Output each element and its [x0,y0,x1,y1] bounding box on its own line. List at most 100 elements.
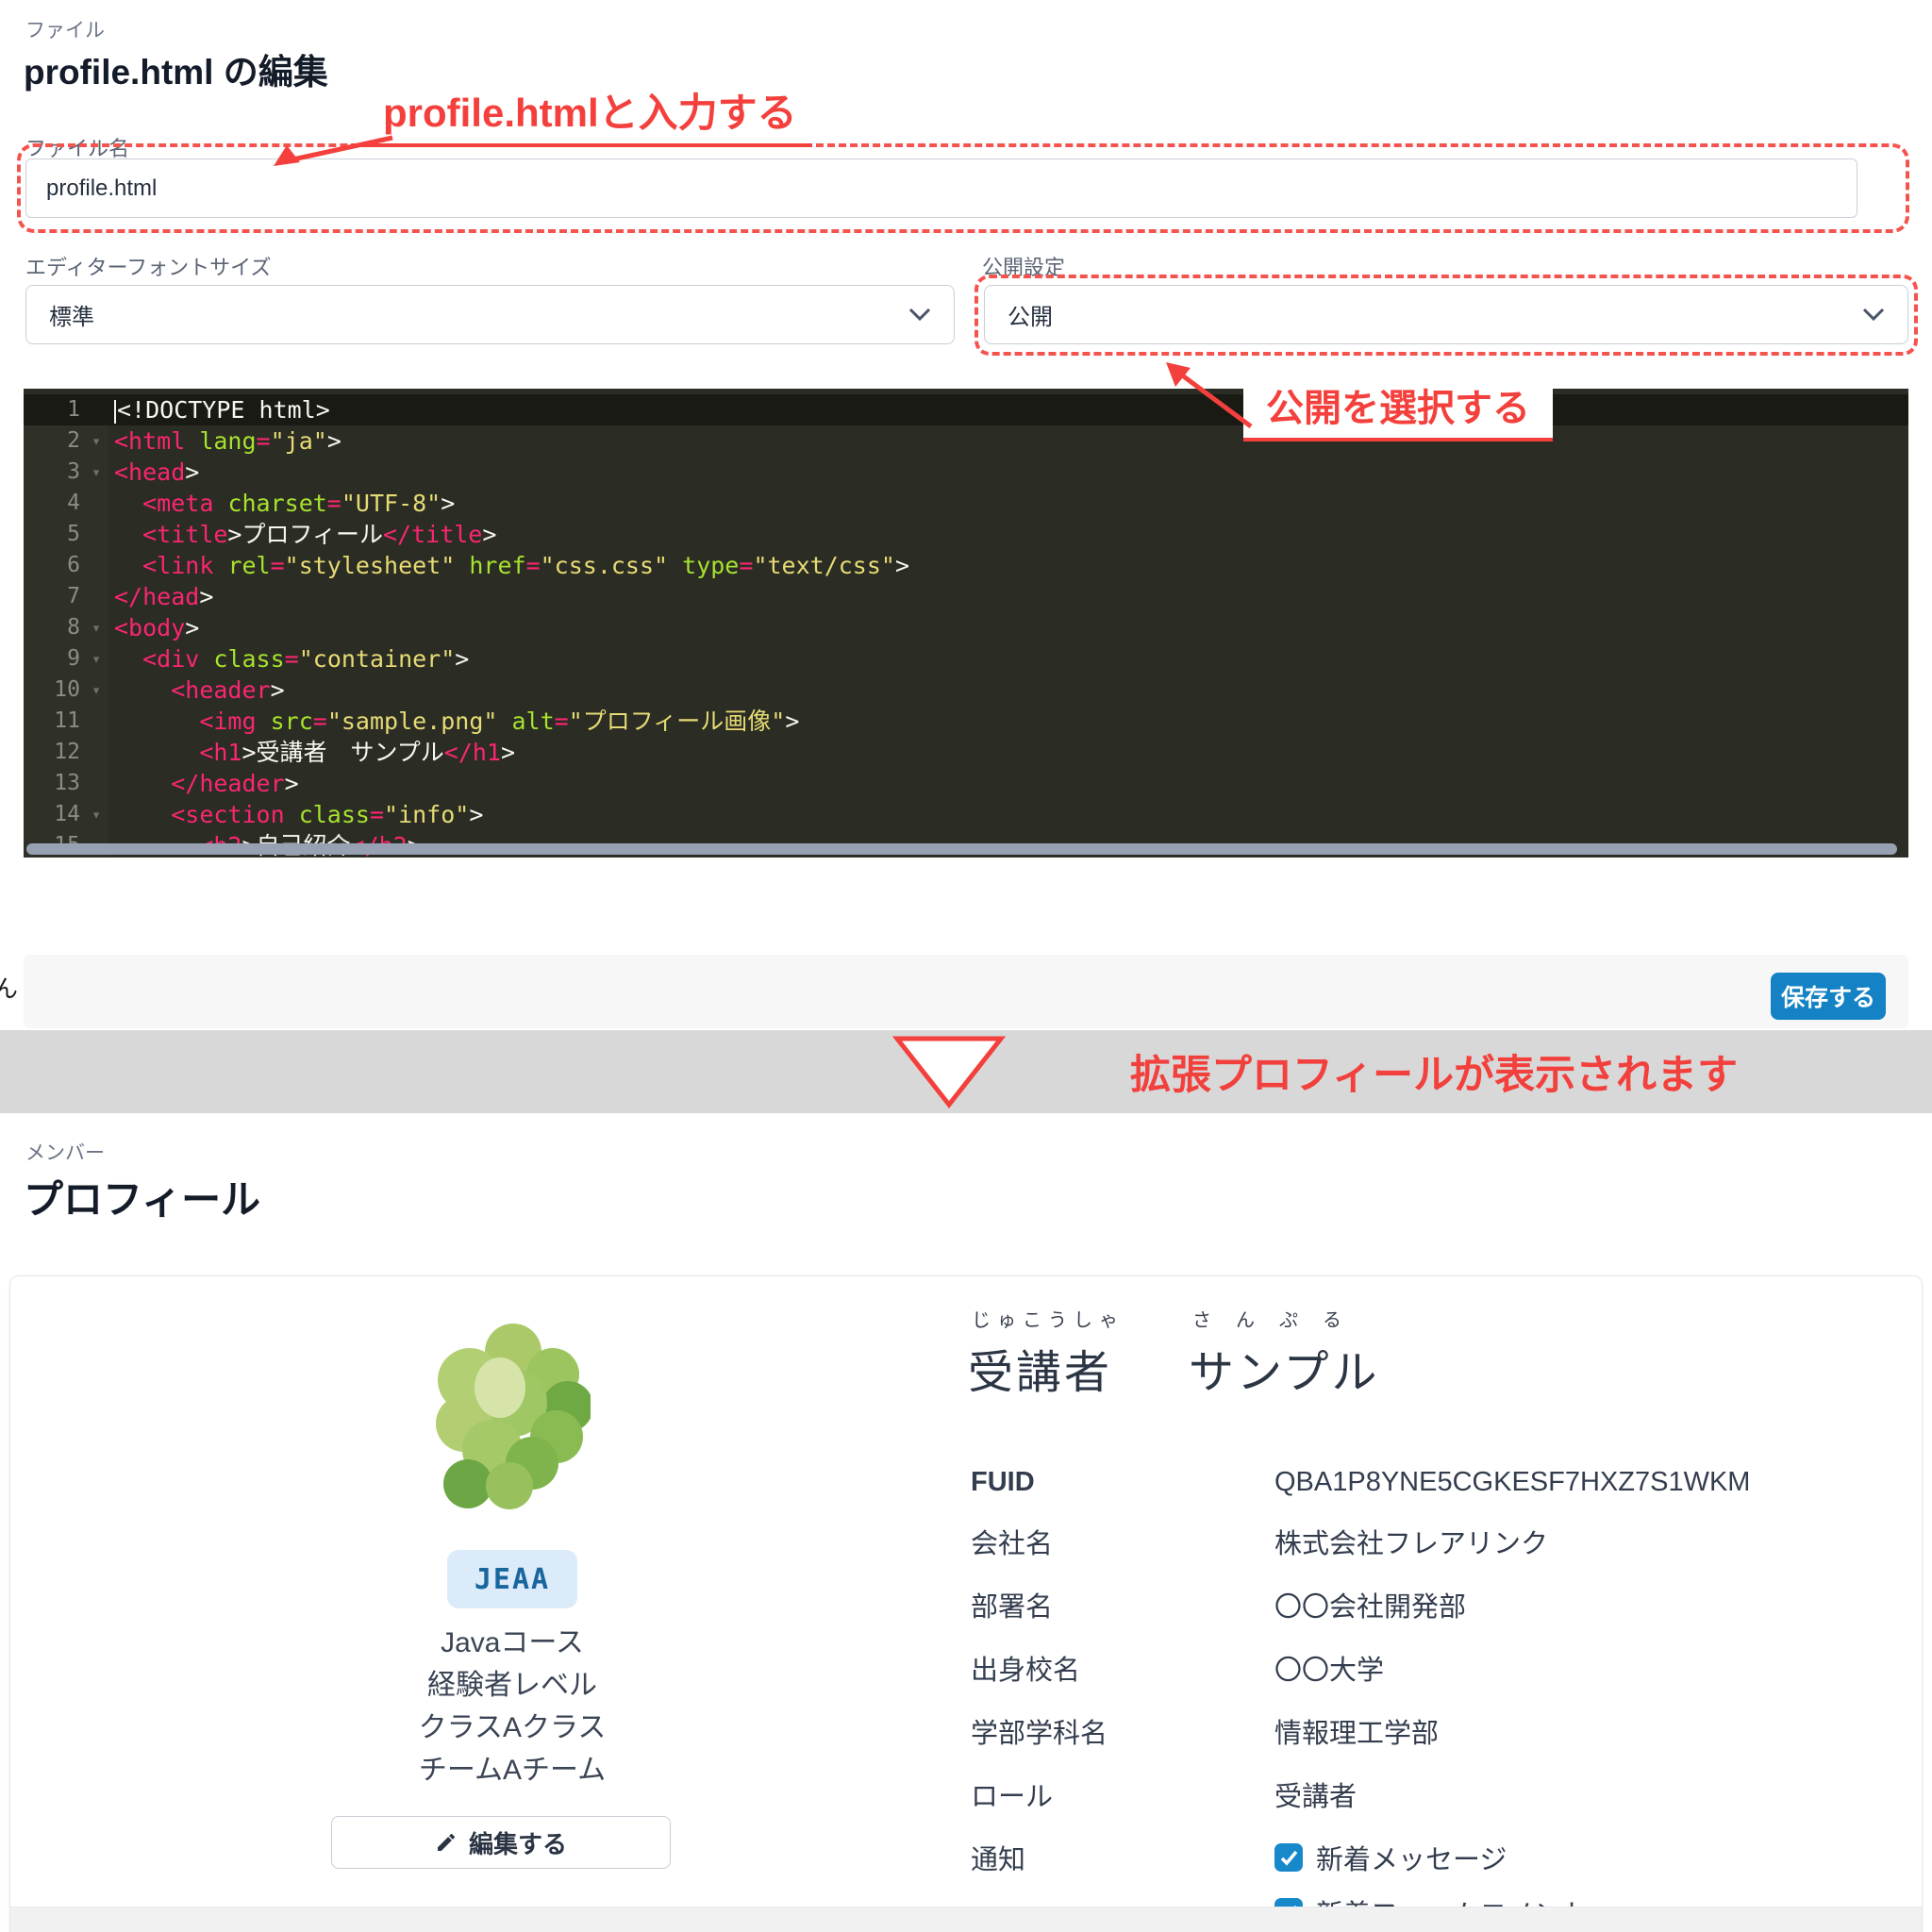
fold-marker-icon[interactable]: ▾ [84,457,108,488]
clipped-edge-text: ん [0,970,18,1005]
line-number: 14 [24,799,84,830]
profile-row-label: ロール [971,1773,1274,1814]
profile-row: 出身校名〇〇大学 [971,1646,1876,1688]
fold-spacer [84,519,108,550]
name-last: じゅこうしゃ 受講者 [968,1305,1124,1401]
editor-fontsize-label: エディターフォントサイズ [25,251,271,281]
profile-row: 部署名〇〇会社開発部 [971,1583,1876,1624]
breadcrumb-member[interactable]: メンバー [25,1138,105,1166]
code-line[interactable]: 3▾<head> [24,457,1908,488]
profile-attribute-line: 経験者レベル [229,1664,795,1707]
member-name: じゅこうしゃ 受講者 さんぷる サンプル [968,1305,1380,1401]
triangle-down-icon [891,1035,1007,1110]
code-line[interactable]: 9▾ <div class="container"> [24,643,1908,675]
line-number: 6 [24,550,84,581]
grapes-avatar [430,1320,591,1520]
code-line[interactable]: 10▾ <header> [24,675,1908,706]
code-text: <!DOCTYPE html> [108,394,330,425]
line-number: 5 [24,519,84,550]
profile-row-value: 株式会社フレアリンク [1274,1520,1548,1561]
line-number: 2 [24,425,84,457]
line-number: 10 [24,675,84,706]
code-text: <body> [108,612,199,643]
profile-row-value: QBA1P8YNE5CGKESF7HXZ7S1WKM [1274,1465,1750,1498]
divider-band: 拡張プロフィールが表示されます [0,1030,1932,1113]
editor-fontsize-value: 標準 [49,298,94,331]
chevron-down-icon [908,308,931,322]
code-line[interactable]: 5 <title>プロフィール</title> [24,519,1908,550]
fold-marker-icon[interactable]: ▾ [84,612,108,643]
fold-spacer [84,706,108,737]
profile-row-label: 通知 [971,1836,1274,1877]
page-title-profile: プロフィール [24,1168,260,1225]
code-line[interactable]: 12 <h1>受講者 サンプル</h1> [24,737,1908,768]
annotation-select-public: 公開を選択する [1243,375,1553,441]
profile-rows: FUIDQBA1P8YNE5CGKESF7HXZ7S1WKM 会社名株式会社フレア… [971,1465,1876,1932]
name-first: さんぷる サンプル [1189,1305,1380,1401]
code-line[interactable]: 1 <!DOCTYPE html> [24,394,1908,425]
profile-row-label: FUID [971,1465,1274,1498]
profile-row-label: 部署名 [971,1583,1274,1624]
line-number: 12 [24,737,84,768]
pencil-icon [435,1831,458,1854]
text-cursor [114,400,116,424]
line-number: 3 [24,457,84,488]
code-line[interactable]: 11 <img src="sample.png" alt="プロフィール画像"> [24,706,1908,737]
code-line[interactable]: 8▾<body> [24,612,1908,643]
profile-row-value: 〇〇大学 [1274,1646,1384,1688]
code-line[interactable]: 2▾<html lang="ja"> [24,425,1908,457]
profile-row: 会社名株式会社フレアリンク [971,1520,1876,1561]
fold-marker-icon[interactable]: ▾ [84,425,108,457]
profile-row-value: 〇〇会社開発部 [1274,1583,1466,1624]
page-title-edit-file: profile.html の編集 [24,43,328,94]
profile-row-value: 受講者 [1274,1773,1357,1814]
code-line[interactable]: 13 </header> [24,768,1908,799]
fold-spacer [84,488,108,519]
profile-row: FUIDQBA1P8YNE5CGKESF7HXZ7S1WKM [971,1465,1876,1498]
line-number: 9 [24,643,84,675]
line-number: 11 [24,706,84,737]
furigana-first: さんぷる [1192,1305,1380,1332]
profile-attribute-line: チームAチーム [229,1749,795,1791]
code-line[interactable]: 7</head> [24,581,1908,612]
edit-profile-button[interactable]: 編集する [331,1816,671,1869]
editor-fontsize-select[interactable]: 標準 [25,285,955,344]
fold-spacer [84,394,108,425]
fold-marker-icon[interactable]: ▾ [84,675,108,706]
annotation-enter-filename: profile.htmlと入力する [351,81,812,147]
code-text: </header> [108,768,299,799]
fold-spacer [84,737,108,768]
profile-left-lines: Javaコース経験者レベルクラスAクラスチームAチーム [229,1622,795,1791]
profile-attribute-line: クラスAクラス [229,1707,795,1749]
code-text: <meta charset="UTF-8"> [108,488,455,519]
profile-attribute-line: Javaコース [229,1622,795,1664]
code-text: <header> [108,675,285,706]
code-text: </head> [108,581,213,612]
fold-spacer [84,768,108,799]
code-text: <section class="info"> [108,799,483,830]
code-line[interactable]: 6 <link rel="stylesheet" href="css.css" … [24,550,1908,581]
code-lines: 1<!DOCTYPE html>2▾<html lang="ja">3▾<hea… [24,394,1908,858]
code-editor[interactable]: 1<!DOCTYPE html>2▾<html lang="ja">3▾<hea… [24,389,1908,858]
code-text: <link rel="stylesheet" href="css.css" ty… [108,550,909,581]
furigana-last: じゅこうしゃ [972,1305,1124,1332]
line-number: 1 [24,394,84,425]
profile-row: ロール受講者 [971,1773,1876,1814]
code-text: <h1>受講者 サンプル</h1> [108,737,515,768]
save-button[interactable]: 保存する [1771,973,1886,1020]
fold-marker-icon[interactable]: ▾ [84,643,108,675]
save-toolbar: 保存する [24,955,1908,1028]
editor-horizontal-scrollbar[interactable] [26,843,1897,855]
profile-row: 学部学科名情報理工学部 [971,1709,1876,1751]
fold-marker-icon[interactable]: ▾ [84,799,108,830]
breadcrumb-file[interactable]: ファイル [25,15,105,43]
profile-row-label: 学部学科名 [971,1709,1274,1751]
code-line[interactable]: 14▾ <section class="info"> [24,799,1908,830]
code-text: <title>プロフィール</title> [108,519,496,550]
checkbox-checked-icon[interactable] [1274,1843,1303,1872]
profile-row-label: 出身校名 [971,1646,1274,1688]
code-text: <head> [108,457,199,488]
org-badge: JEAA [447,1550,577,1608]
code-line[interactable]: 4 <meta charset="UTF-8"> [24,488,1908,519]
fold-spacer [84,581,108,612]
